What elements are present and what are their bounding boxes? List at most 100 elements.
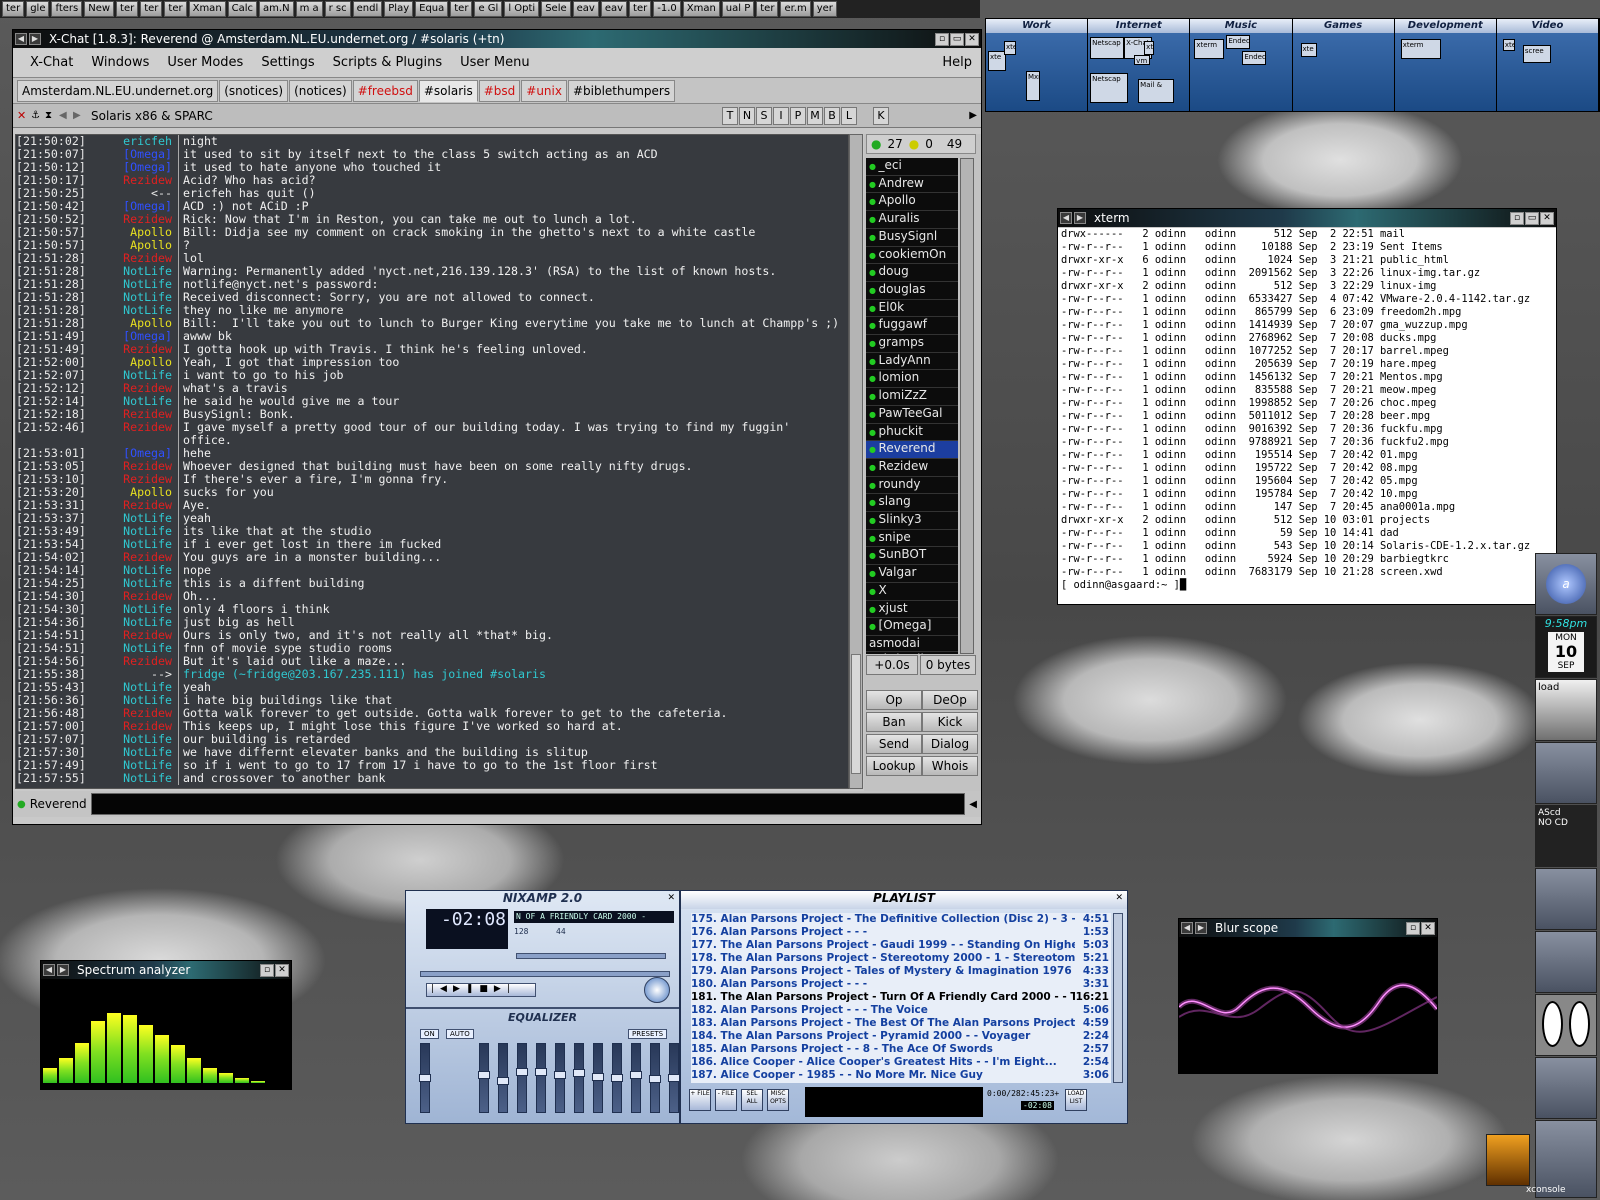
- desktop-internet[interactable]: InternetNetscapX-ChatxteNetscapMail &vm: [1088, 19, 1191, 111]
- next-icon[interactable]: ▶: [73, 110, 87, 121]
- maximize-icon[interactable]: ▭: [1525, 211, 1539, 225]
- user-list-item[interactable]: ● lomiZzZ: [866, 388, 958, 406]
- mode-button-p[interactable]: P: [790, 106, 806, 125]
- user-list-item[interactable]: ● phuckit: [866, 424, 958, 442]
- folder-icon[interactable]: [1535, 868, 1597, 930]
- seek-bar[interactable]: [420, 971, 670, 977]
- menu-user-modes[interactable]: User Modes: [158, 55, 252, 70]
- window-menu-icon[interactable]: ◀: [1181, 922, 1193, 934]
- window-menu-icon[interactable]: ◀: [1060, 212, 1072, 224]
- eq-band-slider[interactable]: [668, 1043, 680, 1113]
- nick-button[interactable]: Reverend: [30, 797, 87, 811]
- playlist-item[interactable]: 176. Alan Parsons Project - - - 1:53: [691, 926, 1111, 939]
- menu-windows[interactable]: Windows: [82, 55, 158, 70]
- user-list-item[interactable]: ● Reverend: [866, 441, 958, 459]
- user-button-lookup[interactable]: Lookup: [866, 756, 922, 776]
- user-button-whois[interactable]: Whois: [922, 756, 978, 776]
- user-list-item[interactable]: ● fuggawf: [866, 317, 958, 336]
- playlist-button-misc-opts[interactable]: MISC OPTS: [767, 1089, 789, 1111]
- mode-button-m[interactable]: M: [807, 106, 823, 125]
- desktop-music[interactable]: Music xterm Ended Ended: [1190, 19, 1293, 111]
- prev-icon[interactable]: ◀: [59, 110, 73, 121]
- taskbar-button[interactable]: l Opti: [504, 1, 540, 17]
- iconify-icon[interactable]: ▫: [260, 963, 274, 977]
- menu-user-menu[interactable]: User Menu: [451, 55, 538, 70]
- user-list-item[interactable]: ● _eci: [866, 158, 958, 176]
- mini-window[interactable]: Ended: [1242, 51, 1267, 65]
- playlist-item[interactable]: 180. Alan Parsons Project - - - 3:31: [691, 978, 1111, 991]
- playlist-item[interactable]: 182. Alan Parsons Project - - - The Voic…: [691, 1004, 1111, 1017]
- close-icon[interactable]: ✕: [965, 32, 979, 46]
- window-shade-icon[interactable]: ▶: [57, 964, 69, 976]
- tab-amsterdamnleuundernetorg[interactable]: Amsterdam.NL.EU.undernet.org: [17, 79, 219, 102]
- eq-band-slider[interactable]: [630, 1043, 642, 1113]
- user-list-item[interactable]: ● [Omega]: [866, 618, 958, 636]
- xchat-titlebar[interactable]: ◀ ▶ X-Chat [1.8.3]: Reverend @ Amsterdam…: [13, 30, 981, 48]
- blurscope-titlebar[interactable]: ◀ ▶ Blur scope ▫ ✕: [1179, 919, 1437, 937]
- user-list-item[interactable]: ● douglas: [866, 282, 958, 300]
- taskbar-button[interactable]: gle: [26, 1, 50, 17]
- user-list-item[interactable]: ● Andrew: [866, 176, 958, 194]
- transport-controls[interactable]: |◀▶❚■▶|: [426, 983, 536, 997]
- scroll-right-icon[interactable]: ▶: [969, 110, 977, 121]
- eq-band-slider[interactable]: [419, 1043, 431, 1113]
- playlist-button--file[interactable]: + FILE: [689, 1089, 711, 1111]
- user-list-item[interactable]: ● Slinky3: [866, 512, 958, 530]
- playlist-item[interactable]: 186. Alice Cooper - Alice Cooper's Great…: [691, 1056, 1111, 1069]
- playlist-item[interactable]: 181. The Alan Parsons Project - Turn Of …: [691, 991, 1111, 1004]
- nick[interactable]: Rezidew: [84, 421, 179, 434]
- taskbar-button[interactable]: Calc: [227, 1, 258, 17]
- taskbar-button[interactable]: ter: [164, 1, 187, 17]
- mini-window[interactable]: scree: [1522, 45, 1551, 63]
- eq-presets-button[interactable]: PRESETS: [628, 1029, 668, 1039]
- user-list-item[interactable]: ● slang: [866, 494, 958, 513]
- taskbar-button[interactable]: eav: [600, 1, 628, 17]
- playlist-item[interactable]: 183. Alan Parsons Project - The Best Of …: [691, 1017, 1111, 1030]
- xconsole-icon[interactable]: xconsole: [1526, 1120, 1597, 1198]
- mode-button-s[interactable]: S: [756, 106, 772, 125]
- taskbar-button[interactable]: ter: [2, 1, 25, 17]
- window-shade-icon[interactable]: ▶: [29, 33, 41, 45]
- user-list-item[interactable]: ● SunBOT: [866, 547, 958, 566]
- eq-band-slider[interactable]: [497, 1043, 509, 1113]
- user-list-item[interactable]: AviN|walk: [866, 652, 958, 654]
- mode-button-t[interactable]: T: [722, 106, 738, 125]
- eyes-icon[interactable]: [1535, 994, 1597, 1056]
- tab-freebsd[interactable]: #freebsd: [352, 79, 418, 102]
- menu-x-chat[interactable]: X-Chat: [21, 55, 82, 70]
- cd-player-dockapp[interactable]: AScd NO CD: [1535, 805, 1597, 867]
- playlist-close-icon[interactable]: ✕: [1115, 893, 1123, 903]
- taskbar-button[interactable]: eav: [572, 1, 599, 17]
- screwdriver-icon[interactable]: [1486, 1134, 1530, 1186]
- user-list-item[interactable]: ● Auralis: [866, 211, 958, 229]
- user-button-kick[interactable]: Kick: [922, 712, 978, 732]
- close-icon[interactable]: ✕: [1421, 921, 1435, 935]
- mode-button-b[interactable]: B: [824, 106, 840, 125]
- playlist-item[interactable]: 187. Alice Cooper - 1985 - - No More Mr.…: [691, 1069, 1111, 1082]
- eq-band-slider[interactable]: [611, 1043, 623, 1113]
- eq-band-slider[interactable]: [573, 1043, 585, 1113]
- user-list-item[interactable]: ● El0k: [866, 300, 958, 318]
- tab-snotices[interactable]: (snotices): [219, 79, 289, 102]
- user-button-ban[interactable]: Ban: [866, 712, 922, 732]
- user-list-item[interactable]: ● BusySignl: [866, 229, 958, 247]
- menu-settings[interactable]: Settings: [252, 55, 323, 70]
- taskbar-button[interactable]: New: [84, 1, 115, 17]
- playlist-item[interactable]: 177. The Alan Parsons Project - Gaudi 19…: [691, 939, 1111, 952]
- spectrum-titlebar[interactable]: ◀ ▶ Spectrum analyzer ▫ ✕: [41, 961, 291, 979]
- playlist-button-load-list[interactable]: LOAD LIST: [1065, 1089, 1087, 1111]
- chat-scrollbar[interactable]: [849, 134, 863, 789]
- eq-auto-button[interactable]: AUTO: [446, 1029, 474, 1039]
- playlist-item[interactable]: 178. The Alan Parsons Project - Stereoto…: [691, 952, 1111, 965]
- eq-band-slider[interactable]: [535, 1043, 547, 1113]
- nick[interactable]: NotLife: [84, 772, 179, 785]
- mini-window[interactable]: Netscap: [1090, 37, 1125, 59]
- close-icon[interactable]: ✕: [275, 963, 289, 977]
- taskbar-button[interactable]: ter: [756, 1, 779, 17]
- playlist-item[interactable]: 185. Alan Parsons Project - - 8 - The Ac…: [691, 1043, 1111, 1056]
- xterm-titlebar[interactable]: ◀ ▶ xterm ▫ ▭ ✕: [1058, 209, 1556, 227]
- mode-button-l[interactable]: L: [841, 106, 857, 125]
- mode-button-n[interactable]: N: [739, 106, 755, 125]
- eq-sliders[interactable]: [419, 1043, 680, 1117]
- mode-button-k[interactable]: K: [873, 106, 889, 125]
